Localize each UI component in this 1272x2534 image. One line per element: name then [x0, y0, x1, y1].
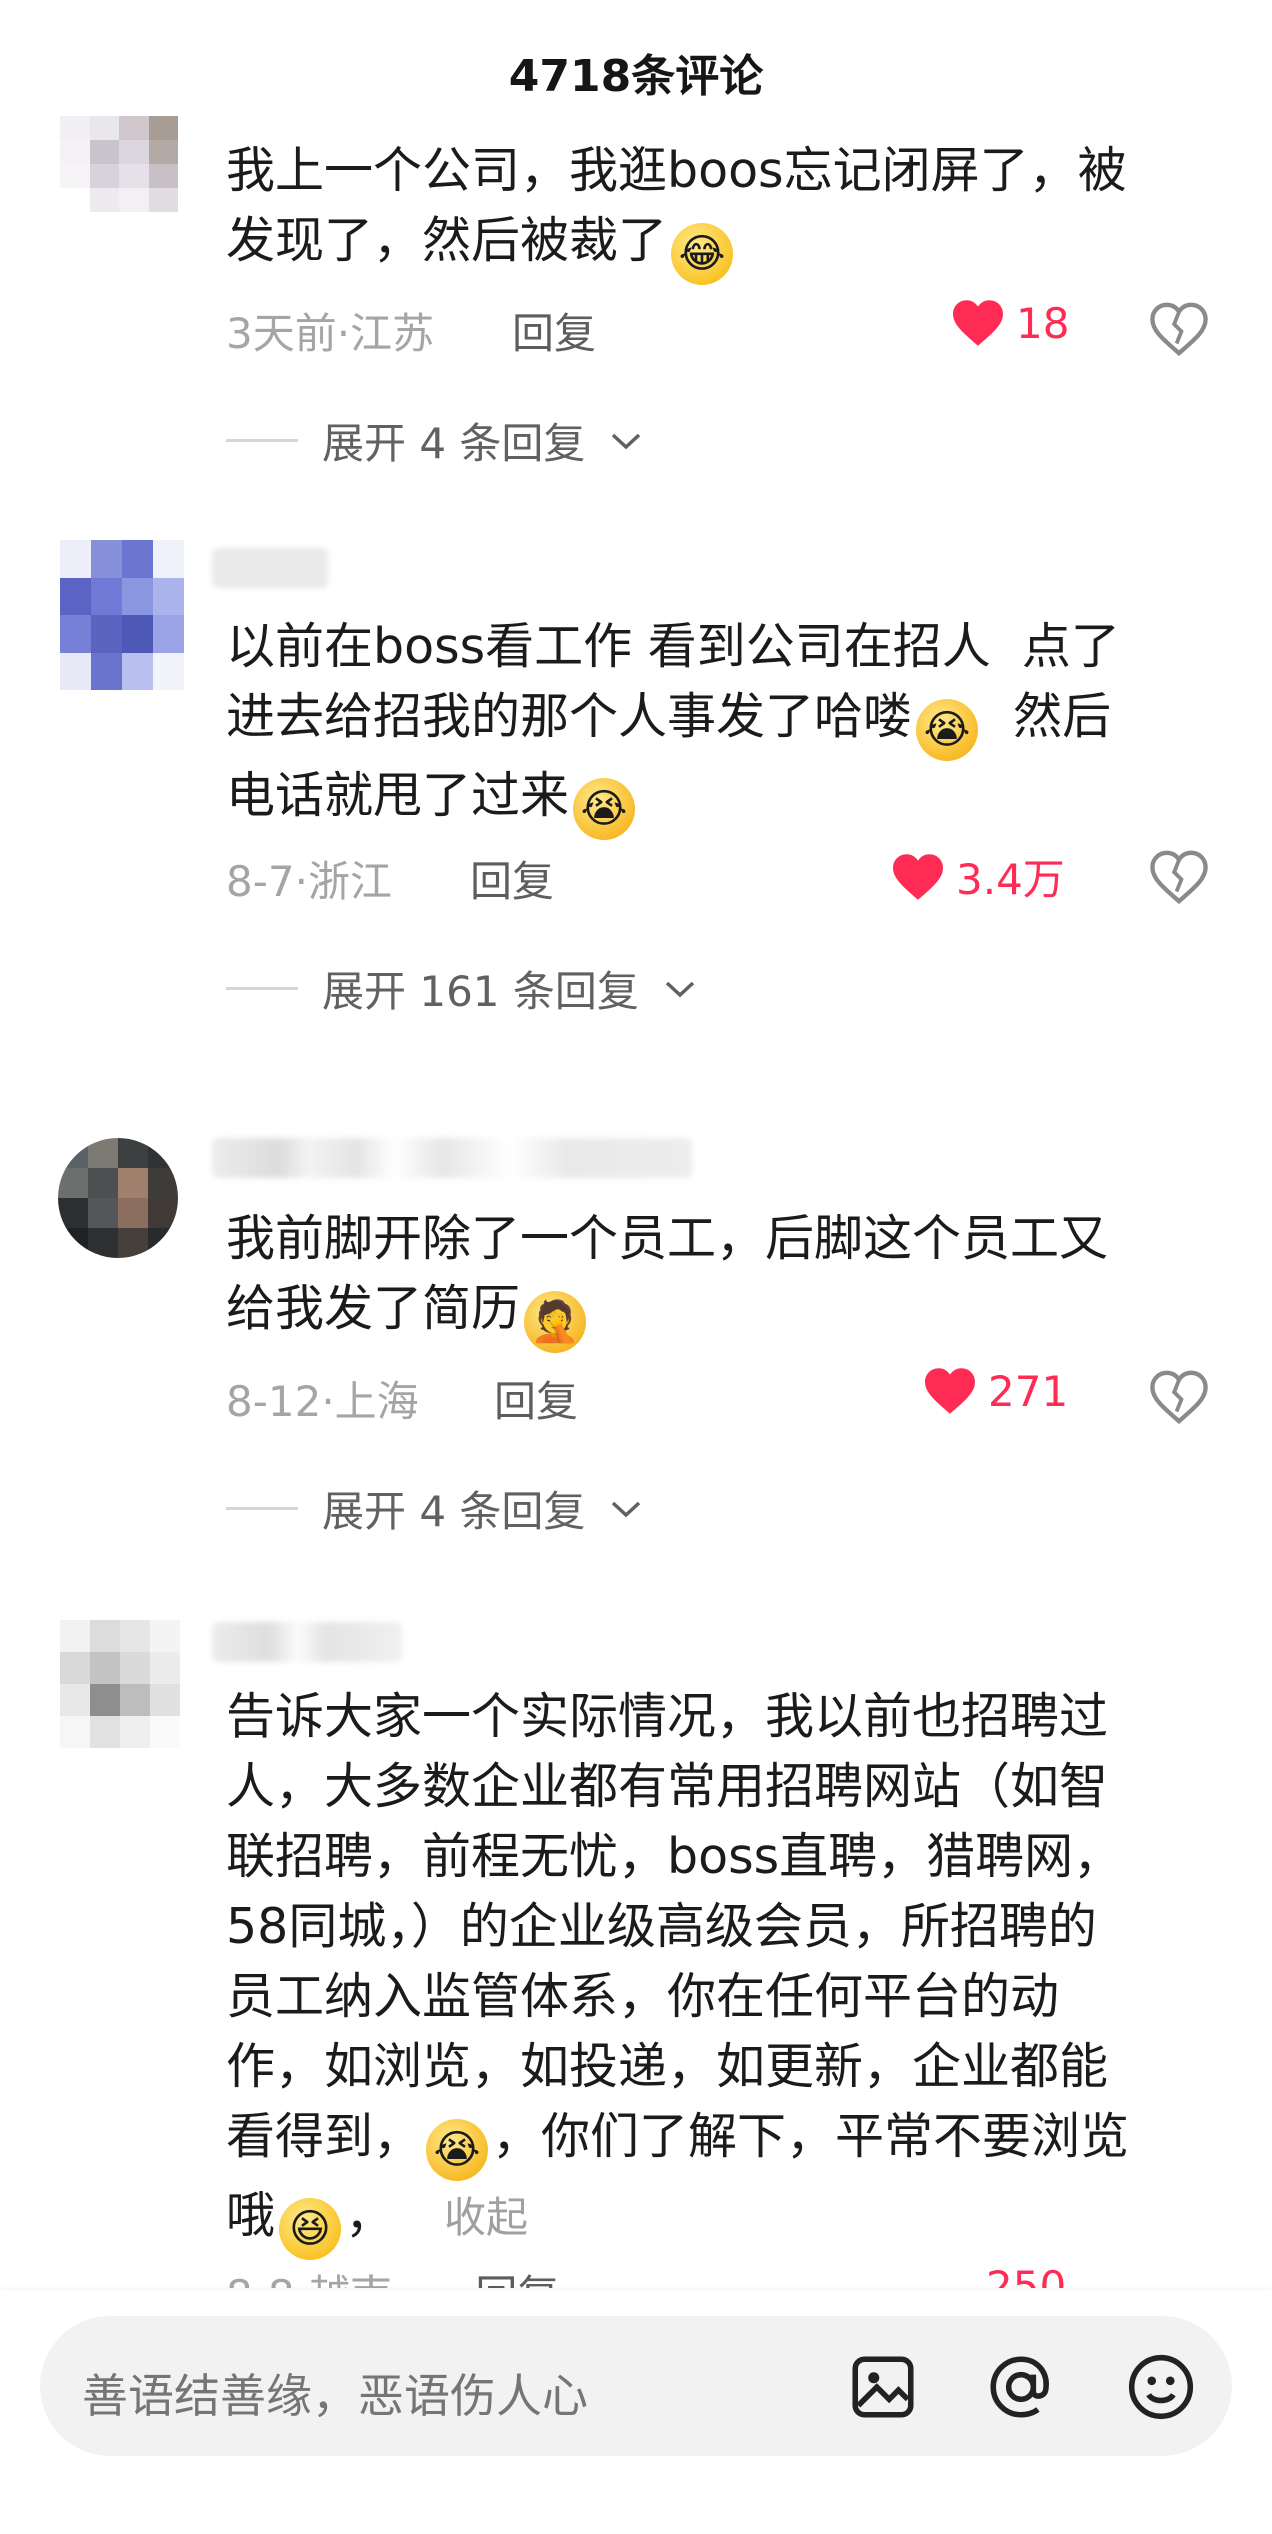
facepalm-emoji-icon: 🤦 — [524, 1291, 587, 1353]
crying-emoji-icon: 😭 — [916, 699, 979, 761]
comment-text: 我上一个公司，我逛boos忘记闭屏了，被 发现了，然后被裁了 😂 — [226, 136, 1206, 285]
like-button[interactable]: 18 — [950, 298, 1069, 348]
at-icon[interactable] — [984, 2350, 1058, 2424]
chevron-down-icon — [665, 981, 695, 997]
expand-replies-label: 展开 4 条回复 — [322, 419, 586, 468]
comment-date-location: 8-12·上海 — [226, 1377, 419, 1426]
username[interactable] — [212, 548, 328, 588]
dislike-icon[interactable] — [1150, 302, 1208, 356]
chevron-down-icon — [612, 433, 641, 449]
heart-icon — [953, 300, 1003, 346]
divider-line — [226, 987, 298, 990]
comment-date-location: 8-7·浙江 — [226, 857, 392, 906]
partial-comment-meta: 8-8·越南 回复 250 — [226, 2262, 1226, 2288]
username[interactable] — [212, 1622, 402, 1662]
heart-icon — [893, 853, 943, 900]
grinning-squint-emoji-icon: 😆 — [279, 2198, 342, 2260]
comment-text: 我前脚开除了一个员工，后脚这个员工又 给我发了简历 🤦 — [226, 1204, 1206, 1353]
reply-button[interactable]: 回复 — [512, 300, 596, 361]
comment-date-location: 3天前·江苏 — [226, 309, 435, 358]
expand-replies-button[interactable]: 展开 161 条回复 — [226, 958, 697, 1019]
like-count: 3.4万 — [956, 855, 1065, 904]
collapse-button[interactable]: 收起 — [444, 2193, 528, 2242]
reply-button[interactable]: 回复 — [475, 2271, 559, 2288]
heart-icon — [925, 1368, 975, 1414]
expand-replies-button[interactable]: 展开 4 条回复 — [226, 410, 643, 471]
laughing-emoji-icon: 😂 — [671, 223, 734, 285]
like-button[interactable]: 271 — [922, 1366, 1068, 1416]
divider-line — [226, 439, 298, 442]
avatar[interactable] — [60, 1620, 180, 1748]
comment-input-bar: 善语结善缘，恶语伤人心 — [0, 2290, 1272, 2534]
avatar[interactable] — [58, 1138, 178, 1258]
like-count: 271 — [988, 1366, 1069, 1416]
avatar[interactable] — [60, 116, 178, 212]
expand-replies-label: 展开 161 条回复 — [322, 967, 639, 1016]
crying-emoji-icon: 😭 — [426, 2119, 489, 2181]
comment-text: 告诉大家一个实际情况，我以前也招聘过 人，大多数企业都有常用招聘网站（如智 联招… — [226, 1682, 1206, 2260]
expand-replies-label: 展开 4 条回复 — [322, 1487, 586, 1536]
like-count: 18 — [1016, 298, 1070, 348]
username[interactable] — [212, 1138, 692, 1178]
dislike-icon[interactable] — [1150, 850, 1208, 904]
reply-button[interactable]: 回复 — [470, 848, 554, 909]
comment-date-location: 8-8·越南 — [226, 2271, 392, 2288]
expand-replies-button[interactable]: 展开 4 条回复 — [226, 1478, 643, 1539]
chevron-down-icon — [612, 1501, 641, 1517]
dislike-icon[interactable] — [1150, 1370, 1208, 1424]
crying-emoji-icon: 😭 — [573, 778, 636, 840]
like-count: 250 — [986, 2262, 1067, 2288]
image-icon[interactable] — [846, 2350, 920, 2424]
divider-line — [226, 1507, 298, 1510]
emoji-icon[interactable] — [1124, 2350, 1198, 2424]
reply-button[interactable]: 回复 — [494, 1368, 578, 1429]
comment-text: 以前在boss看工作 看到公司在招人 点了 进去给招我的那个人事发了哈喽 😭 然后… — [226, 612, 1206, 840]
comment-input[interactable]: 善语结善缘，恶语伤人心 — [40, 2316, 1232, 2456]
comment-input-placeholder: 善语结善缘，恶语伤人心 — [82, 2369, 588, 2423]
avatar[interactable] — [60, 540, 184, 690]
comments-count-title: 4718条评论 — [508, 51, 764, 102]
like-button[interactable]: 3.4万 — [890, 846, 1065, 907]
